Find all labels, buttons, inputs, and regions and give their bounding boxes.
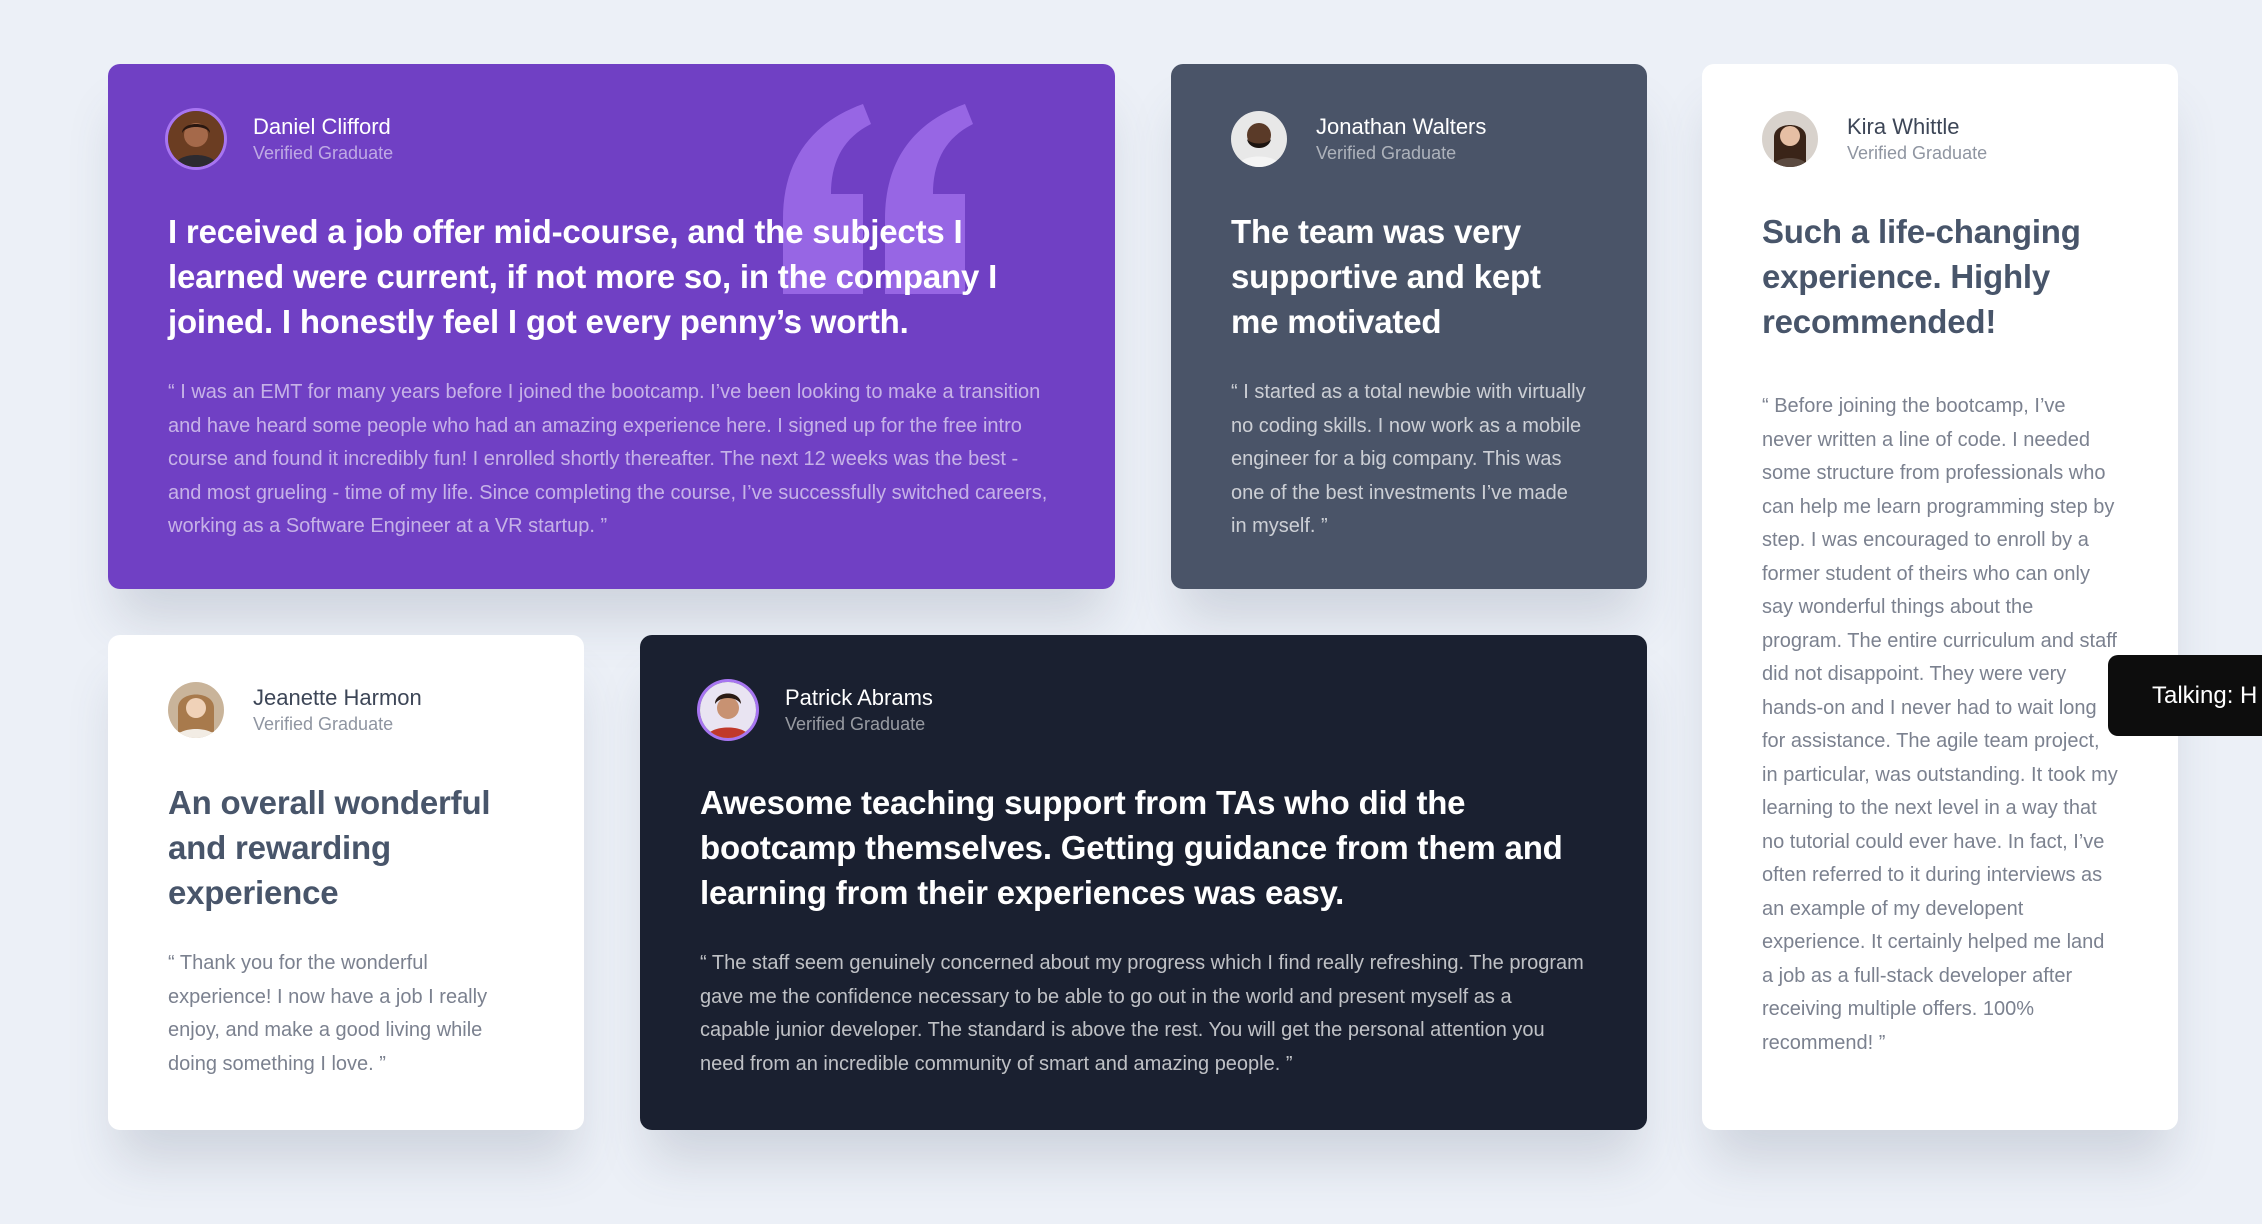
avatar [168, 111, 224, 167]
avatar [1231, 111, 1287, 167]
avatar [168, 682, 224, 738]
testimonial-headline: I received a job offer mid-course, and t… [168, 213, 998, 340]
testimonial-card-daniel: Daniel Clifford Verified Graduate I rece… [108, 64, 1115, 589]
author-role: Verified Graduate [1316, 143, 1457, 163]
author-name: Patrick Abrams [785, 685, 933, 710]
testimonial-card-patrick: Patrick Abrams Verified Graduate Awesome… [640, 635, 1647, 1130]
author-role: Verified Graduate [1847, 143, 1988, 163]
author: Kira Whittle Verified Graduate [1762, 109, 2118, 169]
testimonial-headline: Such a life-changing experience. Highly … [1762, 213, 2081, 340]
testimonial-body: “ I started as a total newbie with virtu… [1231, 381, 1586, 537]
author: Daniel Clifford Verified Graduate [168, 109, 1055, 169]
author-name: Jonathan Walters [1316, 114, 1487, 139]
author-name: Kira Whittle [1847, 114, 1960, 139]
author: Patrick Abrams Verified Graduate [700, 680, 1587, 740]
testimonial-card-jeanette: Jeanette Harmon Verified Graduate An ove… [108, 635, 584, 1130]
testimonial-headline: An overall wonderful and rewarding exper… [168, 784, 491, 911]
testimonial-headline: Awesome teaching support from TAs who di… [700, 784, 1563, 911]
author-name: Jeanette Harmon [253, 685, 422, 710]
testimonial-body: “ Before joining the bootcamp, I’ve neve… [1762, 395, 2118, 1054]
talking-tooltip: Talking: H [2108, 655, 2262, 736]
testimonial-headline: The team was very supportive and kept me… [1231, 213, 1541, 340]
avatar [1762, 111, 1818, 167]
author-role: Verified Graduate [253, 143, 394, 163]
author-role: Verified Graduate [785, 714, 926, 734]
testimonial-body: “ I was an EMT for many years before I j… [168, 381, 1048, 537]
author-role: Verified Graduate [253, 714, 394, 734]
testimonial-body: “ Thank you for the wonderful experience… [168, 952, 488, 1075]
avatar [700, 682, 756, 738]
testimonial-body: “ The staff seem genuinely concerned abo… [700, 952, 1584, 1075]
testimonial-card-kira: Kira Whittle Verified Graduate Such a li… [1702, 64, 2178, 1130]
author: Jeanette Harmon Verified Graduate [168, 680, 524, 740]
author: Jonathan Walters Verified Graduate [1231, 109, 1587, 169]
testimonial-card-jonathan: Jonathan Walters Verified Graduate The t… [1171, 64, 1647, 589]
author-name: Daniel Clifford [253, 114, 391, 139]
